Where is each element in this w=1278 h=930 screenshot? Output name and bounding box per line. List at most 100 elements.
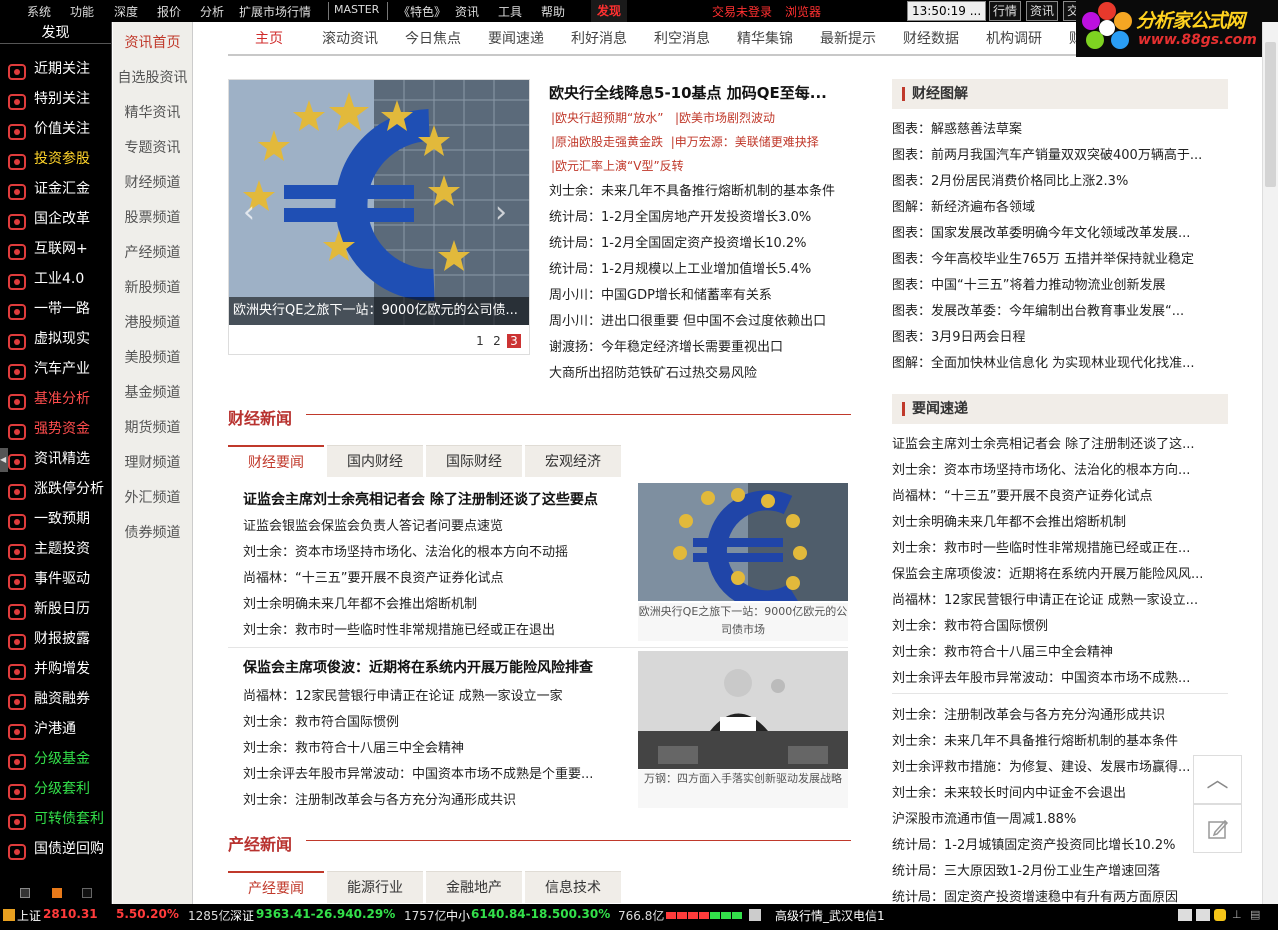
- subnav-item[interactable]: 股票频道: [113, 207, 192, 227]
- right-news-item[interactable]: 保监会主席项俊波：近期将在系统内开展万能险风风...: [892, 563, 1224, 582]
- menu-system[interactable]: 系统: [27, 3, 51, 20]
- right-news-item[interactable]: 图表：2月份居民消费价格同比上涨2.3%: [892, 170, 1224, 189]
- story-news-item[interactable]: 刘士余明确未来几年都不会推出熔断机制: [243, 593, 628, 612]
- right-news-item[interactable]: 刘士余：未来较长时间内中证金不会退出: [892, 782, 1224, 801]
- left-panel-item[interactable]: 财报披露: [0, 624, 112, 654]
- story-news-item[interactable]: 证监会银监会保监会负责人答记者问要点速览: [243, 515, 628, 534]
- panel-page-indicator[interactable]: [82, 888, 92, 898]
- left-panel-item[interactable]: 汽车产业: [0, 354, 112, 384]
- headline-news-item[interactable]: 大商所出招防范铁矿石过热交易风险: [549, 362, 859, 381]
- subnav-item[interactable]: 精华资讯: [113, 102, 192, 122]
- headline-tag[interactable]: |申万宏源：美联储更难抉择: [671, 135, 819, 149]
- left-panel-item[interactable]: 主题投资: [0, 534, 112, 564]
- story-news-item[interactable]: 刘士余：资本市场坚持市场化、法治化的根本方向不动摇: [243, 541, 628, 560]
- collapse-panel-handle[interactable]: ◀: [0, 448, 8, 472]
- right-news-item[interactable]: 图表：前两月我国汽车产销量双双突破400万辆高于...: [892, 144, 1224, 163]
- left-panel-item[interactable]: 融资融券: [0, 684, 112, 714]
- subnav-item[interactable]: 产经频道: [113, 242, 192, 262]
- message-icon[interactable]: [1196, 909, 1210, 921]
- left-panel-item[interactable]: 事件驱动: [0, 564, 112, 594]
- left-panel-item[interactable]: 证金汇金: [0, 174, 112, 204]
- story-news-item[interactable]: 刘士余评去年股市异常波动：中国资本市场不成熟是个重要...: [243, 763, 628, 782]
- sz-index-label[interactable]: 深证: [230, 907, 254, 924]
- left-panel-item[interactable]: 互联网+: [0, 234, 112, 264]
- menu-function[interactable]: 功能: [70, 3, 94, 20]
- subnav-item[interactable]: 港股频道: [113, 312, 192, 332]
- left-panel-item[interactable]: 工业4.0: [0, 264, 112, 294]
- subnav-item[interactable]: 期货频道: [113, 417, 192, 437]
- left-panel-item[interactable]: 一带一路: [0, 294, 112, 324]
- left-panel-item[interactable]: 一致预期: [0, 504, 112, 534]
- finance-tab[interactable]: 财经要闻: [228, 445, 324, 477]
- finance-tab[interactable]: 宏观经济: [525, 445, 621, 477]
- story-news-item[interactable]: 刘士余：救市时一些临时性非常规措施已经或正在退出: [243, 619, 628, 638]
- subnav-item[interactable]: 新股频道: [113, 277, 192, 297]
- tab-info[interactable]: 资讯: [1026, 1, 1059, 21]
- top-nav-tab[interactable]: 滚动资讯: [322, 22, 378, 54]
- top-nav-tab[interactable]: 财: [1069, 22, 1076, 54]
- left-panel-item[interactable]: 基准分析: [0, 384, 112, 414]
- left-panel-item[interactable]: 国债逆回购: [0, 834, 112, 864]
- subnav-item[interactable]: 基金频道: [113, 382, 192, 402]
- industry-tab[interactable]: 金融地产: [426, 871, 522, 903]
- panel-page-indicator-active[interactable]: [52, 888, 62, 898]
- menu-analysis[interactable]: 分析: [200, 3, 224, 20]
- left-panel-item[interactable]: 分级基金: [0, 744, 112, 774]
- left-panel-item[interactable]: 可转债套利: [0, 804, 112, 834]
- finance-tab[interactable]: 国内财经: [327, 445, 423, 477]
- headline-tag[interactable]: |欧美市场剧烈波动: [675, 111, 775, 125]
- left-panel-item[interactable]: 沪港通: [0, 714, 112, 744]
- headline-tag[interactable]: |原油欧股走强黄金跌: [551, 135, 663, 149]
- right-news-item[interactable]: 图解：全面加快林业信息化 为实现林业现代化找准...: [892, 352, 1224, 371]
- right-news-item[interactable]: 统计局：三大原因致1-2月份工业生产增速回落: [892, 860, 1224, 879]
- left-panel-item[interactable]: 虚拟现实: [0, 324, 112, 354]
- headline-news-item[interactable]: 统计局：1-2月全国固定资产投资增长10.2%: [549, 232, 859, 251]
- menu-help[interactable]: 帮助: [541, 3, 565, 20]
- vertical-scrollbar[interactable]: [1262, 22, 1278, 904]
- right-news-item[interactable]: 图表：发展改革委：今年编制出台教育事业发展“...: [892, 300, 1224, 319]
- industry-tab[interactable]: 能源行业: [327, 871, 423, 903]
- news-carousel[interactable]: ‹ › 欧洲央行QE之旅下一站：9000亿欧元的公司债... 123: [228, 79, 530, 355]
- sh-index-value[interactable]: 2810.31: [43, 907, 98, 921]
- left-panel-item[interactable]: 近期关注: [0, 54, 112, 84]
- story-news-item[interactable]: 尚福林：“十三五”要开展不良资产证券化试点: [243, 567, 628, 586]
- right-news-item[interactable]: 图表：解惑慈善法草案: [892, 118, 1224, 137]
- sh-index-label[interactable]: 上证: [17, 907, 41, 924]
- menu-quote[interactable]: 报价: [157, 3, 181, 20]
- right-news-item[interactable]: 统计局：固定资产投资增速稳中有升有两方面原因: [892, 886, 1224, 905]
- story-news-item[interactable]: 刘士余：救市符合十八届三中全会精神: [243, 737, 628, 756]
- subnav-item[interactable]: 资讯首页: [113, 32, 192, 52]
- right-news-item[interactable]: 图表：中国“十三五”将着力推动物流业创新发展: [892, 274, 1224, 293]
- story-news-item[interactable]: 尚福林：12家民营银行申请正在论证 成熟一家设立一家: [243, 685, 628, 704]
- browser-link[interactable]: 浏览器: [785, 3, 821, 20]
- industry-tab[interactable]: 信息技术: [525, 871, 621, 903]
- left-panel-item[interactable]: 并购增发: [0, 654, 112, 684]
- right-news-item[interactable]: 刘士余明确未来几年都不会推出熔断机制: [892, 511, 1224, 530]
- finance-tab[interactable]: 国际财经: [426, 445, 522, 477]
- menu-tools[interactable]: 工具: [498, 3, 522, 20]
- feedback-edit-button[interactable]: [1193, 804, 1242, 853]
- top-nav-tab[interactable]: 今日焦点: [405, 22, 461, 54]
- headline-news-item[interactable]: 刘士余：未来几年不具备推行熔断机制的基本条件: [549, 180, 859, 199]
- right-news-item[interactable]: 图表：今年高校毕业生765万 五措并举保持就业稳定: [892, 248, 1224, 267]
- story-headline[interactable]: 保监会主席项俊波：近期将在系统内开展万能险风险排查: [243, 657, 593, 677]
- right-news-item[interactable]: 刘士余：未来几年不具备推行熔断机制的基本条件: [892, 730, 1224, 749]
- zx-index-value[interactable]: 6140.84-18.500.30%: [471, 907, 610, 921]
- menu-features[interactable]: 《特色》: [398, 3, 446, 20]
- zx-index-label[interactable]: 中小: [446, 907, 470, 924]
- headline-news-item[interactable]: 统计局：1-2月规模以上工业增加值增长5.4%: [549, 258, 859, 277]
- right-news-item[interactable]: 沪深股市流通市值一周减1.88%: [892, 808, 1224, 827]
- thumbnail-caption[interactable]: 欧洲央行QE之旅下一站：9000亿欧元的公司债市场: [638, 603, 848, 641]
- menu-master[interactable]: MASTER: [334, 3, 379, 16]
- headline-news-item[interactable]: 周小川：中国GDP增长和储蓄率有关系: [549, 284, 859, 303]
- left-panel-item[interactable]: 强势资金: [0, 414, 112, 444]
- right-news-item[interactable]: 图表：3月9日两会日程: [892, 326, 1224, 345]
- connection-status[interactable]: 高级行情_武汉电信1: [775, 907, 885, 924]
- right-news-item[interactable]: 图表：国家发展改革委明确今年文化领域改革发展...: [892, 222, 1224, 241]
- carousel-page-3[interactable]: 3: [507, 334, 521, 348]
- subnav-item[interactable]: 财经频道: [113, 172, 192, 192]
- subnav-item[interactable]: 自选股资讯: [113, 67, 192, 87]
- top-nav-tab[interactable]: 财经数据: [903, 22, 959, 54]
- headline-title[interactable]: 欧央行全线降息5-10基点 加码QE至每...: [549, 82, 827, 103]
- right-news-item[interactable]: 统计局：1-2月城镇固定资产投资同比增长10.2%: [892, 834, 1224, 853]
